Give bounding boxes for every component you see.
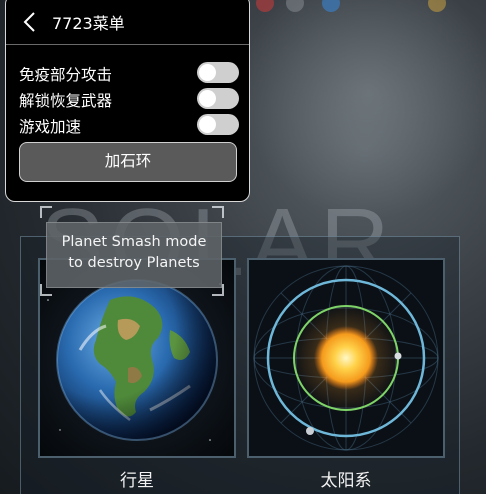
cheat-menu: 7723菜单 免疫部分攻击 解锁恢复武器 游戏加速 加石环 — [5, 0, 250, 202]
mode-tooltip: Planet Smash mode to destroy Planets — [46, 222, 222, 288]
solar-system-mode-card[interactable] — [247, 258, 445, 458]
status-icon — [322, 0, 340, 12]
menu-title: 7723菜单 — [52, 14, 125, 33]
planet-mode-card[interactable] — [38, 258, 236, 458]
toggle-knob — [199, 90, 216, 107]
solar-system-mode-label[interactable]: 太阳系 — [247, 466, 445, 491]
toggle-knob — [199, 64, 216, 81]
option-label: 解锁恢复武器 — [19, 92, 113, 110]
tooltip-line-1: Planet Smash mode — [61, 234, 207, 250]
unlock-weapon-toggle[interactable] — [197, 88, 239, 109]
option-label: 游戏加速 — [19, 118, 82, 136]
solar-system-icon — [249, 260, 443, 456]
toggle-knob — [199, 116, 216, 133]
earth-icon — [40, 260, 234, 456]
option-label: 免疫部分攻击 — [19, 66, 113, 84]
status-icon — [428, 0, 446, 12]
status-icon — [256, 0, 274, 12]
menu-header: 7723菜单 — [6, 0, 249, 45]
status-icon — [286, 0, 304, 12]
option-unlock-weapon: 解锁恢复武器 — [19, 87, 241, 111]
tooltip-corner — [40, 206, 52, 218]
immune-attack-toggle[interactable] — [197, 62, 239, 83]
tooltip-corner — [212, 206, 224, 218]
back-arrow-icon[interactable] — [22, 11, 36, 33]
option-game-speed: 游戏加速 — [19, 113, 241, 137]
planet-mode-label[interactable]: 行星 — [38, 466, 236, 491]
add-stone-ring-button[interactable]: 加石环 — [19, 142, 237, 182]
game-speed-toggle[interactable] — [197, 114, 239, 135]
option-immune-attack: 免疫部分攻击 — [19, 61, 241, 85]
tooltip-line-2: to destroy Planets — [68, 255, 200, 271]
top-status-icons — [250, 0, 486, 14]
